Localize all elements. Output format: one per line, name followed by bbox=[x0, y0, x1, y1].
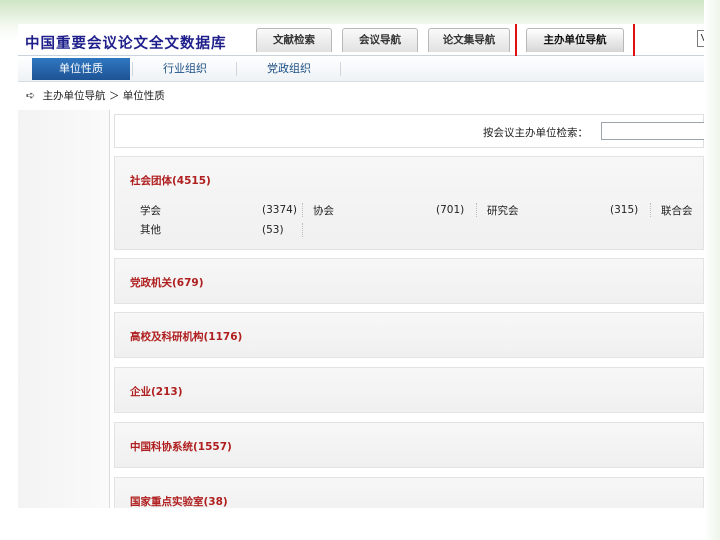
category-section-national-key-labs: 国家重点实验室(38) bbox=[114, 477, 704, 508]
category-title[interactable]: 党政机关(679) bbox=[130, 275, 204, 290]
subcategory-item[interactable]: 其他 bbox=[140, 222, 161, 237]
subnav: 单位性质 行业组织 党政组织 bbox=[18, 56, 704, 82]
left-sidebar bbox=[18, 110, 110, 508]
category-section-universities-research: 高校及科研机构(1176) bbox=[114, 312, 704, 358]
subnav-divider bbox=[236, 62, 237, 76]
subcategory-item[interactable]: 研究会 bbox=[487, 203, 519, 218]
organizer-search-bar: 按会议主办单位检索： bbox=[114, 114, 704, 148]
breadcrumb-separator: ＞ bbox=[108, 90, 120, 102]
category-section-cast-system: 中国科协系统(1557) bbox=[114, 422, 704, 468]
item-divider bbox=[650, 203, 651, 217]
breadcrumb-current: 单位性质 bbox=[122, 90, 165, 102]
category-title[interactable]: 社会团体(4515) bbox=[130, 173, 211, 188]
breadcrumb-root[interactable]: 主办单位导航 bbox=[43, 90, 106, 102]
top-search-box[interactable]: V bbox=[697, 30, 704, 47]
subcategory-count: (315) bbox=[610, 204, 639, 216]
category-title[interactable]: 高校及科研机构(1176) bbox=[130, 329, 242, 344]
subcategory-item[interactable]: 协会 bbox=[313, 203, 334, 218]
site-title: 中国重要会议论文全文数据库 bbox=[25, 36, 227, 52]
subcategory-count: (3374) bbox=[262, 204, 297, 216]
organizer-search-input[interactable] bbox=[601, 122, 704, 140]
subnav-divider bbox=[132, 62, 133, 76]
subnav-divider bbox=[340, 62, 341, 76]
category-section-enterprises: 企业(213) bbox=[114, 367, 704, 413]
subcategory-item[interactable]: 学会 bbox=[140, 203, 161, 218]
subtab-industry-organization[interactable]: 行业组织 bbox=[136, 58, 234, 80]
category-section-party-government: 党政机关(679) bbox=[114, 258, 704, 304]
tab-literature-search[interactable]: 文献检索 bbox=[256, 28, 332, 52]
subtab-party-government[interactable]: 党政组织 bbox=[240, 58, 338, 80]
subcategory-count: (701) bbox=[436, 204, 465, 216]
tab-conference-navigation[interactable]: 会议导航 bbox=[342, 28, 418, 52]
subtab-unit-nature[interactable]: 单位性质 bbox=[32, 58, 130, 80]
category-title[interactable]: 中国科协系统(1557) bbox=[130, 439, 232, 454]
tab-proceedings-navigation[interactable]: 论文集导航 bbox=[428, 28, 510, 52]
browser-page: 中国重要会议论文全文数据库 文献检索 会议导航 论文集导航 主办单位导航 V 单… bbox=[18, 24, 704, 508]
subcategory-item[interactable]: 联合会 bbox=[661, 203, 693, 218]
subcategory-count: (53) bbox=[262, 224, 284, 236]
organizer-search-label: 按会议主办单位检索： bbox=[483, 127, 588, 139]
category-title[interactable]: 企业(213) bbox=[130, 384, 183, 399]
item-divider bbox=[302, 203, 303, 217]
breadcrumb: ➪ 主办单位导航 ＞ 单位性质 bbox=[26, 88, 165, 104]
category-title[interactable]: 国家重点实验室(38) bbox=[130, 494, 228, 508]
category-section-social-groups: 社会团体(4515) 学会 (3374) 协会 (701) 研究会 (315) … bbox=[114, 156, 704, 250]
header: 中国重要会议论文全文数据库 文献检索 会议导航 论文集导航 主办单位导航 V bbox=[18, 24, 704, 66]
main-content: 按会议主办单位检索： 社会团体(4515) 学会 (3374) 协会 (701)… bbox=[114, 114, 704, 508]
tab-organizer-navigation[interactable]: 主办单位导航 bbox=[526, 28, 624, 52]
item-divider bbox=[302, 223, 303, 237]
arrow-right-icon: ➪ bbox=[26, 89, 36, 102]
item-divider bbox=[476, 203, 477, 217]
slide-edge bbox=[704, 0, 720, 540]
